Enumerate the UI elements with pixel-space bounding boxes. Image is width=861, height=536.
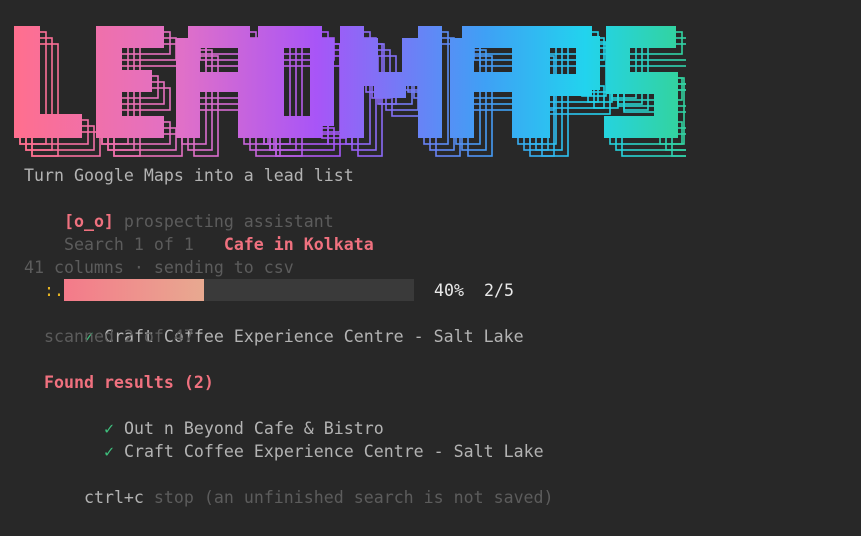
search-counter: Search 1 of 1 <box>63 235 194 254</box>
search-query: Cafe in Kolkata <box>223 235 374 254</box>
progress-count: 2/5 <box>484 281 514 300</box>
progress-bar-fill <box>64 279 204 301</box>
spinner-icon: :. <box>44 281 64 300</box>
results-heading: Found results (2) <box>44 373 214 392</box>
result-item: ✓ Craft Coffee Experience Centre - Salt … <box>64 417 544 461</box>
current-item-row: ✓ Craft Coffee Experience Centre - Salt … <box>44 302 524 346</box>
columns-status: 41 columns · sending to csv <box>24 258 294 277</box>
tagline: Turn Google Maps into a lead list <box>24 166 354 185</box>
result-item: ✓ Out n Beyond Cafe & Bistro <box>64 394 384 438</box>
shortcut-description: stop (an unfinished search is not saved) <box>153 488 554 507</box>
scanned-status: scanned 2 of 47 <box>44 327 194 346</box>
progress-percent: 40% <box>434 281 464 300</box>
progress-bar <box>64 279 414 301</box>
terminal-window: Turn Google Maps into a lead list [o_o] … <box>0 0 861 536</box>
shortcut-key: ctrl+c <box>83 488 144 507</box>
assistant-row: [o_o] prospecting assistant <box>24 187 334 231</box>
leadmaps-logo <box>14 26 686 157</box>
footer-hint: ctrl+c stop (an unfinished search is not… <box>44 463 554 507</box>
check-icon: ✓ <box>103 442 114 461</box>
result-name: Craft Coffee Experience Centre - Salt La… <box>123 442 544 461</box>
search-row: Search 1 of 1 Cafe in Kolkata <box>24 210 374 254</box>
